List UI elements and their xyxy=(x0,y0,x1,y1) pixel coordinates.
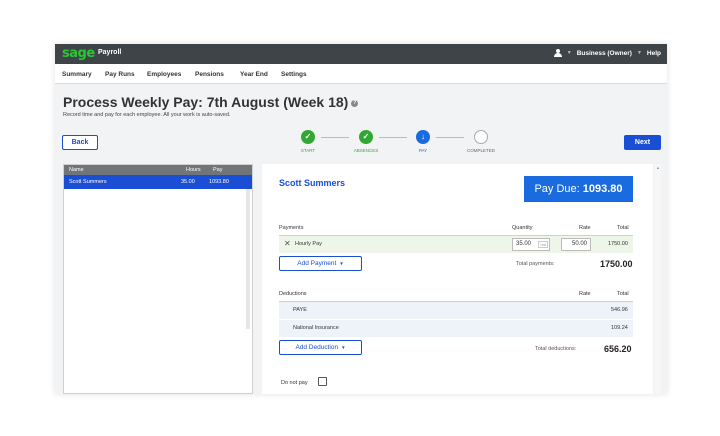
nav-year-end[interactable]: Year End xyxy=(240,71,268,78)
nav-pensions[interactable]: Pensions xyxy=(195,71,224,78)
chevron-down-icon: ▼ xyxy=(339,261,344,266)
deduction-total: 109.24 xyxy=(611,325,628,331)
total-deductions-value: 656.20 xyxy=(604,344,632,354)
total-payments-value: 1750.00 xyxy=(600,259,633,269)
nav-summary[interactable]: Summary xyxy=(62,71,92,78)
add-payment-label: Add Payment xyxy=(297,260,337,267)
next-button[interactable]: Next xyxy=(624,135,661,150)
help-link[interactable]: Help xyxy=(647,50,661,57)
app-name: Payroll xyxy=(98,49,122,56)
back-button[interactable]: Back xyxy=(62,135,98,150)
deductions-heading: Deductions xyxy=(279,291,307,297)
page-subtitle: Record time and pay for each employee. A… xyxy=(63,112,231,118)
step-completed-label: COMPLETED xyxy=(466,148,495,153)
main-nav: Summary Pay Runs Employees Pensions Year… xyxy=(55,64,667,84)
quantity-column-header: Quantity xyxy=(512,225,533,231)
col-name-header[interactable]: Name xyxy=(69,167,84,173)
pay-due-value: 1093.80 xyxy=(582,183,623,195)
step-absences-label: ABSENCES xyxy=(353,148,379,153)
check-icon: ✓ xyxy=(359,130,373,144)
chevron-down-icon[interactable]: ▼ xyxy=(637,50,642,56)
detail-scrollbar[interactable]: ▲ xyxy=(655,164,661,394)
help-icon[interactable]: ? xyxy=(351,100,359,107)
close-icon[interactable]: ✕ xyxy=(284,239,291,248)
step-pay-label: PAY xyxy=(418,148,428,153)
payment-total: 1750.00 xyxy=(608,241,628,247)
quantity-unit: hrs xyxy=(538,241,548,248)
chevron-down-icon: ▼ xyxy=(341,345,346,350)
chevron-down-icon[interactable]: ▼ xyxy=(567,50,572,56)
top-bar: sage Payroll ▼ Business (Owner) ▼ Help xyxy=(55,44,667,64)
deduction-row: National Insurance 109.24 xyxy=(279,320,633,337)
col-pay-header[interactable]: Pay xyxy=(213,167,222,173)
sage-logo[interactable]: sage xyxy=(62,46,95,61)
list-scrollbar[interactable] xyxy=(246,189,250,329)
step-connector xyxy=(436,137,464,138)
nav-pay-runs[interactable]: Pay Runs xyxy=(105,71,135,78)
total-column-header: Total xyxy=(617,225,629,231)
payroll-app: sage Payroll ▼ Business (Owner) ▼ Help S… xyxy=(55,44,667,394)
page-title: Process Weekly Pay: 7th August (Week 18)… xyxy=(63,94,359,110)
deduction-rate-header: Rate xyxy=(579,291,591,297)
employee-pay: 1093.80 xyxy=(209,179,229,185)
rate-column-header: Rate xyxy=(579,225,591,231)
step-start-label: START xyxy=(300,148,316,153)
employee-hours: 35.00 xyxy=(181,179,195,185)
col-hours-header[interactable]: Hours xyxy=(186,167,201,173)
employee-list-panel: Name Hours Pay Scott Summers 35.00 1093.… xyxy=(63,164,253,394)
total-payments-label: Total payments: xyxy=(516,261,555,267)
do-not-pay-checkbox[interactable] xyxy=(318,377,327,386)
nav-employees[interactable]: Employees xyxy=(147,71,181,78)
total-deductions-label: Total deductions: xyxy=(535,346,577,352)
employee-row[interactable]: Scott Summers 35.00 1093.80 xyxy=(64,175,252,189)
employee-name: Scott Summers xyxy=(69,179,107,185)
check-icon: ✓ xyxy=(301,130,315,144)
page-title-text: Process Weekly Pay: 7th August (Week 18) xyxy=(63,94,349,110)
step-pending-icon xyxy=(474,130,488,144)
chevron-up-icon[interactable]: ▲ xyxy=(656,165,660,170)
rate-input[interactable]: 50.00 xyxy=(561,238,591,251)
employee-list-header: Name Hours Pay xyxy=(64,165,252,175)
payments-heading: Payments xyxy=(279,225,304,231)
add-deduction-button[interactable]: Add Deduction ▼ xyxy=(279,340,362,355)
pay-detail-panel: Scott Summers Pay Due: 1093.80 Payments … xyxy=(262,164,653,394)
top-right-menu: ▼ Business (Owner) ▼ Help xyxy=(553,49,661,57)
deduction-label: PAYE xyxy=(293,307,307,313)
do-not-pay-label: Do not pay xyxy=(281,380,308,386)
add-payment-button[interactable]: Add Payment ▼ xyxy=(279,256,362,271)
pay-due-badge: Pay Due: 1093.80 xyxy=(524,176,633,202)
deduction-row: PAYE 546.96 xyxy=(279,302,633,319)
deduction-label: National Insurance xyxy=(293,325,339,331)
pay-due-label: Pay Due: xyxy=(534,183,580,195)
arrow-down-icon: ↓ xyxy=(416,130,430,144)
nav-settings[interactable]: Settings xyxy=(281,71,307,78)
add-deduction-label: Add Deduction xyxy=(295,344,339,351)
deduction-total: 546.96 xyxy=(611,307,628,313)
user-icon[interactable] xyxy=(553,49,562,57)
step-connector xyxy=(321,137,349,138)
deduction-total-header: Total xyxy=(617,291,629,297)
payment-label: Hourly Pay xyxy=(295,241,322,247)
quantity-value: 35.00 xyxy=(516,241,532,247)
quantity-input[interactable]: 35.00 hrs xyxy=(512,238,550,251)
payment-row: ✕ Hourly Pay 35.00 hrs 50.00 1750.00 xyxy=(279,236,633,253)
employee-heading: Scott Summers xyxy=(279,178,346,188)
step-connector xyxy=(379,137,407,138)
business-menu[interactable]: Business (Owner) xyxy=(577,50,632,57)
